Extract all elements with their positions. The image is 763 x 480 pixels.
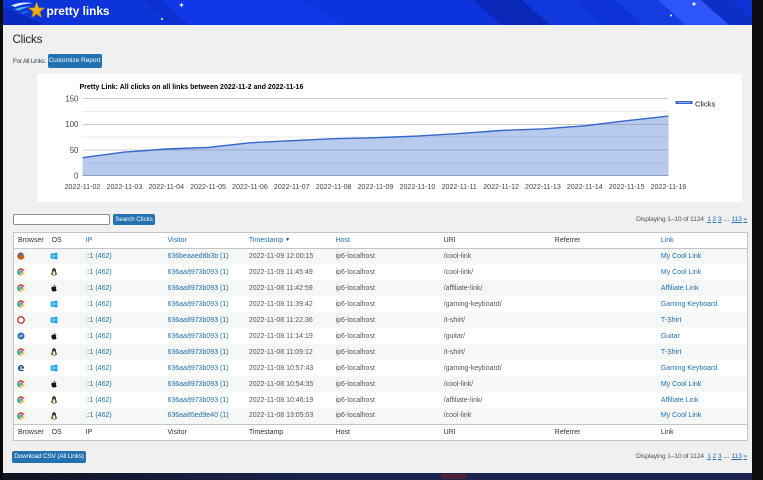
svg-text:2022-11-07: 2022-11-07 xyxy=(274,183,310,191)
svg-text:pretty links: pretty links xyxy=(47,4,110,18)
svg-text:0: 0 xyxy=(74,172,79,181)
svg-text:2022-11-02: 2022-11-02 xyxy=(65,183,101,191)
svg-text:50: 50 xyxy=(70,146,79,155)
svg-text:Clicks: Clicks xyxy=(695,99,715,108)
svg-text:2022-11-14: 2022-11-14 xyxy=(567,183,603,191)
svg-text:2022-11-06: 2022-11-06 xyxy=(232,183,268,191)
svg-text:2022-11-08: 2022-11-08 xyxy=(316,183,352,191)
svg-text:150: 150 xyxy=(65,94,79,103)
svg-text:100: 100 xyxy=(65,120,79,129)
svg-text:2022-11-05: 2022-11-05 xyxy=(190,183,226,191)
svg-text:2022-11-04: 2022-11-04 xyxy=(148,183,184,191)
svg-text:2022-11-13: 2022-11-13 xyxy=(525,183,561,191)
svg-text:2022-11-09: 2022-11-09 xyxy=(358,183,394,191)
svg-text:2022-11-11: 2022-11-11 xyxy=(442,183,477,191)
svg-text:2022-11-12: 2022-11-12 xyxy=(483,183,519,191)
svg-text:2022-11-03: 2022-11-03 xyxy=(107,183,143,191)
svg-text:2022-11-15: 2022-11-15 xyxy=(609,183,645,191)
svg-text:Pretty Link: All clicks on all: Pretty Link: All clicks on all links bet… xyxy=(80,84,304,91)
svg-text:2022-11-10: 2022-11-10 xyxy=(400,183,436,191)
svg-text:2022-11-16: 2022-11-16 xyxy=(651,183,687,191)
